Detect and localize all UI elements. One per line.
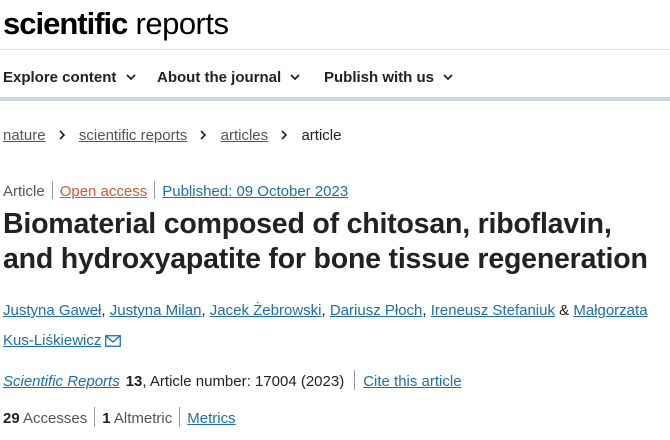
site-logo[interactable]: scientific reports [3,6,229,42]
volume-number: 13 [125,373,143,390]
chevron-right-icon [281,130,288,140]
altmetric-label: Altmetric [113,410,173,427]
divider [179,407,181,427]
author-link[interactable]: Dariusz Płoch [330,302,423,319]
divider [154,181,156,199]
metrics-link[interactable]: Metrics [187,410,235,427]
divider [94,407,96,427]
article-title: Biomaterial composed of chitosan, ribofl… [3,208,648,275]
breadcrumb-link-nature[interactable]: nature [3,127,46,144]
chevron-right-icon [59,130,65,140]
chevron-down-icon [125,74,136,81]
author-link[interactable]: Justyna Milan [110,302,202,319]
author-separator: , [321,302,330,319]
author-separator: , [422,302,431,319]
site-header: scientific reports [0,0,670,50]
author-link[interactable]: Ireneusz Stefaniuk [431,302,555,319]
divider [354,370,356,390]
mail-icon[interactable] [105,335,122,347]
author-ampersand: & [554,302,574,319]
article-type: Article [3,183,45,200]
chevron-down-icon [290,74,300,81]
breadcrumb-current: article [301,127,342,144]
accesses-label: Accesses [23,410,88,427]
logo-bold-text: scientific [3,6,128,41]
nav-publish-with-us[interactable]: Publish with us [324,69,453,86]
cite-this-article-link[interactable]: Cite this article [363,373,461,390]
altmetric-count: 1 [102,410,111,427]
published-date-link[interactable]: Published: 09 October 2023 [162,183,348,200]
author-link[interactable]: Jacek Żebrowski [210,302,322,319]
breadcrumb-link-articles[interactable]: articles [221,127,269,144]
article-number: , Article number: 17004 (2023) [142,373,345,390]
chevron-right-icon [200,130,207,140]
open-access-link[interactable]: Open access [60,183,148,200]
article-meta: Article Open access Published: 09 October … [3,181,348,200]
author-separator: , [101,302,110,319]
nav-item-label: About the journal [157,69,282,86]
nav-item-label: Publish with us [324,69,435,86]
breadcrumb-link-scientific-reports[interactable]: scientific reports [79,127,187,144]
nav-about-journal[interactable]: About the journal [157,69,300,86]
author-link[interactable]: Justyna Gaweł [3,302,101,319]
nav-explore-content[interactable]: Explore content [3,69,136,86]
main-navigation: Explore content About the journal Publis… [0,51,670,101]
logo-light-text: reports [135,6,229,41]
accesses-count: 29 [3,410,20,427]
citation-line: Scientific Reports 13, Article number: 17… [3,370,462,390]
divider [51,181,53,199]
chevron-down-icon [443,74,453,81]
nav-item-label: Explore content [3,69,117,86]
author-list: Justyna Gaweł, Justyna Milan, Jacek Żebr… [3,296,670,356]
journal-link[interactable]: Scientific Reports [3,373,120,390]
author-separator: , [201,302,210,319]
breadcrumb: nature scientific reports articles artic… [3,127,341,144]
article-metrics: 29 Accesses 1 Altmetric Metrics [3,407,236,427]
